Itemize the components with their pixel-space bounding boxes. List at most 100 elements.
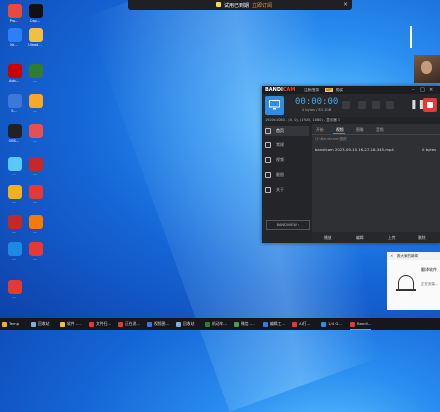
app-icon [29,94,43,108]
taskbar-item[interactable]: 微信 -... [234,318,255,330]
file-name: bandicam 2023-09-10 16-27-18-345.mp4 [315,147,394,152]
sidebar-item-about[interactable]: 关于 [265,185,309,195]
desktop-icon[interactable]: Cap... [22,2,48,28]
desktop-icon[interactable]: ... [22,183,48,209]
upload-button[interactable]: 上传 [388,235,396,241]
user-avatar[interactable] [414,55,440,83]
pause-button[interactable]: ❚❚ [410,99,425,111]
delete-button[interactable]: 删除 [418,235,426,241]
obs-icon [8,124,22,138]
info-icon [265,187,271,193]
app-icon [29,28,43,42]
tab-audio[interactable]: 音频 [376,127,384,133]
webcam-icon[interactable] [342,101,350,109]
desktop-icon[interactable]: ... [22,213,48,239]
app-icon [8,215,22,229]
sidebar-item-screenshot[interactable]: 截图 [265,170,309,180]
app-icon [31,321,36,327]
tab-image[interactable]: 图像 [356,127,364,133]
taskbar-item-label: 编辑工... [270,321,286,326]
app-icon [29,124,43,138]
taskbar-item[interactable]: 回收站 [31,318,49,330]
desktop-icon[interactable]: ... [22,122,48,148]
image-icon [265,172,271,178]
desktop-icon-label: ... [12,295,16,299]
file-row[interactable]: bandicam 2023-09-10 16-27-18-345.mp4 0 b… [312,146,440,153]
bandicam-toolbar: 00:00:00 0 bytes / 83.1GB ❚❚ [262,94,440,117]
sidebar-item-home[interactable]: 首页 [265,126,309,136]
app-icon [29,215,43,229]
speaker-icon[interactable] [358,101,366,109]
vip-badge[interactable]: VIP [325,87,333,92]
app-icon [8,242,22,256]
bandicam-main-panel: 开始 视频 图像 音频 计:\Bandicam\视频 bandicam 2023… [312,124,440,243]
taskbar-item[interactable]: Bandi... [350,318,372,330]
desktop-icon-label: Cap... [29,19,41,23]
app-icon [8,185,22,199]
desktop-icon[interactable]: ... [22,240,48,266]
taskbar-item[interactable]: 视频图... [147,318,169,330]
app-icon [118,321,123,327]
screen-mode-button[interactable] [265,96,284,115]
taskbar-item-label: 正在说... [125,321,141,326]
taskbar-item[interactable]: 1/4 G... [321,318,342,330]
active-tab-underline [333,133,345,134]
trial-banner: 试用已到期 立即订阅 × [128,0,352,10]
taskbar-item[interactable]: Temp [2,318,19,330]
crown-icon [216,2,221,7]
minimize-icon[interactable]: – [412,87,415,93]
video-icon [265,157,271,163]
taskbar-item-label: 1/4 G... [328,321,342,326]
bandicam-title-bar[interactable]: BANDICAM 注册/登录 VIP 购买 – □ × [262,86,440,94]
taskbar-item-label: AI打... [299,321,311,326]
sidebar-item-general[interactable]: 常规 [265,140,309,150]
taskbar-item[interactable]: 编辑工... [263,318,285,330]
notification-header[interactable]: × 推大家的新闻 [387,252,440,260]
subscribe-now-link[interactable]: 立即订阅 [252,2,272,9]
tab-start[interactable]: 开始 [316,127,324,133]
app-icon [350,321,355,327]
notification-card[interactable]: 翻译软件 正在安装... [387,260,440,310]
taskbar-item-label: 文件扫... [96,321,112,326]
avatar-face [421,61,432,74]
sidebar-item-video[interactable]: 视频 [265,155,309,165]
edit-button[interactable]: 编辑 [356,235,364,241]
output-folder-path[interactable]: 计:\Bandicam\视频 [315,137,346,142]
record-timer: 00:00:00 [295,97,339,107]
desktop-icon[interactable]: ... [22,62,48,88]
desktop-icon[interactable]: Ulead... [22,26,48,52]
taskbar-item[interactable]: 回收站 [176,318,194,330]
trial-expired-text: 试用已到期 [224,3,250,9]
close-window-icon[interactable]: × [429,87,433,93]
taskbar-item[interactable]: 软件 -... [60,318,81,330]
app-icon [29,242,43,256]
desktop-icon[interactable]: ... [22,155,48,181]
buy-link[interactable]: 购买 [336,88,343,93]
stop-icon [427,102,433,108]
taskbar-item[interactable]: 正在说... [118,318,140,330]
record-button[interactable] [423,98,437,112]
close-icon[interactable]: × [343,1,348,8]
taskbar-item[interactable]: 文件扫... [89,318,111,330]
file-action-bar: 播放 编辑 上传 删除 [312,232,440,243]
taskbar-item-label: 视频图... [154,321,170,326]
bandicam-window[interactable]: BANDICAM 注册/登录 VIP 购买 – □ × 00:00:00 0 b… [262,86,440,243]
maximize-icon[interactable]: □ [420,87,425,93]
widget-edge-line [410,26,412,48]
desktop-icon-label: ... [33,79,37,83]
microphone-icon[interactable] [372,101,380,109]
bandiview-button[interactable]: BANDIVIEW › [266,220,310,230]
desktop-icon[interactable]: ... [22,92,48,118]
desktop-icon[interactable]: ... [1,278,27,304]
taskbar-item[interactable]: 机动车... [205,318,227,330]
taskbar-item-label: 软件 -... [67,321,81,326]
desktop-icon-label: Ulead... [28,43,42,47]
camera-icon[interactable] [386,101,394,109]
taskbar-item-label: Bandi... [357,321,372,326]
play-button[interactable]: 播放 [324,235,332,241]
close-icon[interactable]: × [390,252,393,260]
register-login-link[interactable]: 注册/登录 [304,88,319,93]
capture-target-bar[interactable]: 1920x1080 - (0, 0), (1920, 1080) - 显示器 1 [262,117,440,124]
app-icon [234,321,239,327]
taskbar-item[interactable]: AI打... [292,318,310,330]
